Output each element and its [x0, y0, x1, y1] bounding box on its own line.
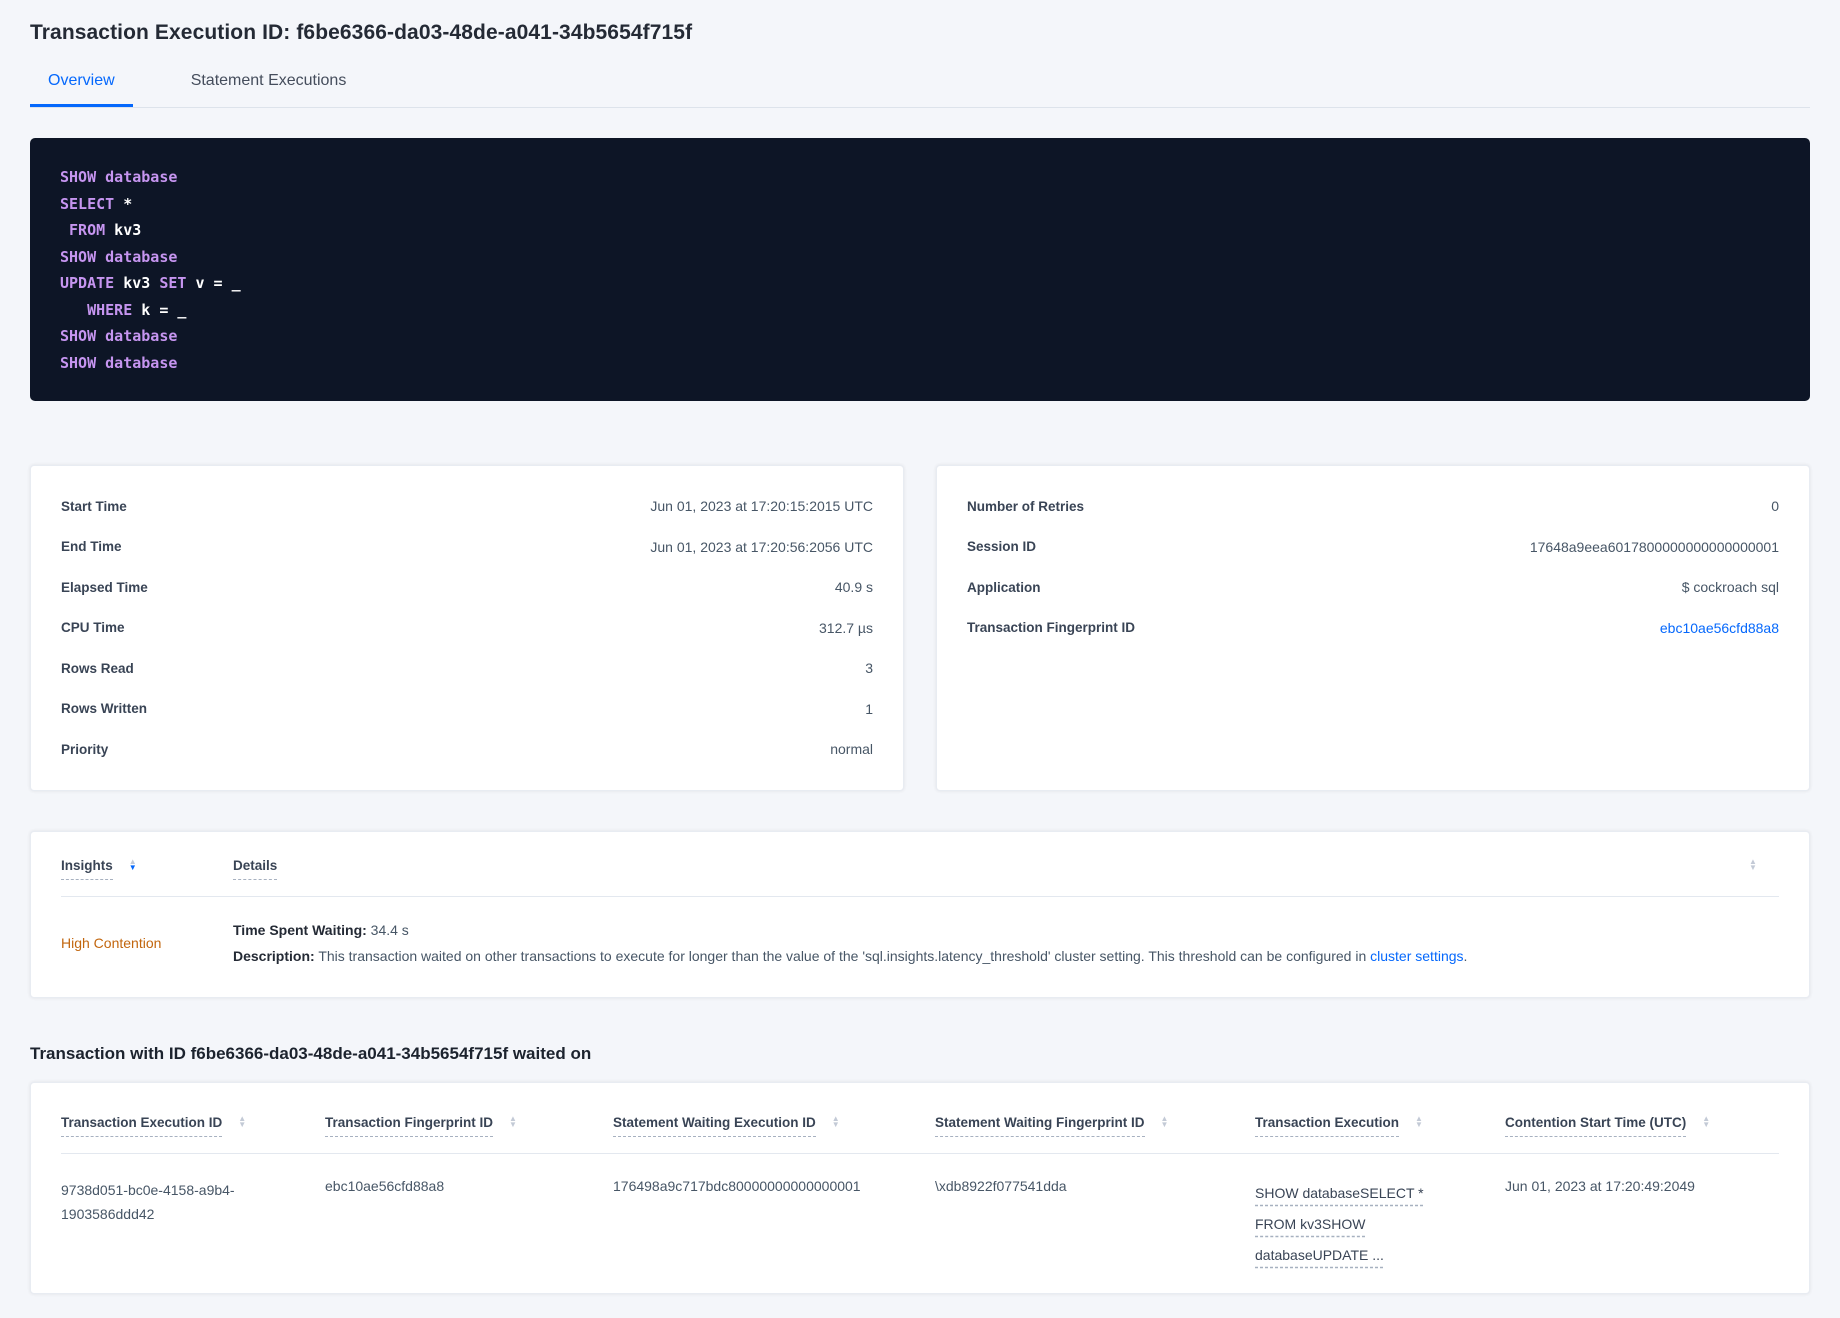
transaction-meta-card: Number of Retries 0 Session ID 17648a9eea60… — [936, 465, 1810, 791]
summary-label: Elapsed Time — [61, 579, 148, 595]
summary-row: Session ID 17648a9eea60178000000000000000… — [967, 527, 1779, 568]
summary-value: 3 — [865, 660, 873, 677]
insights-table-header: Insights ▲ ▼ Details ▲ ▼ — [61, 832, 1779, 897]
details-column-label[interactable]: Details — [233, 858, 278, 880]
transaction-timing-card: Start Time Jun 01, 2023 at 17:20:15:2015 … — [30, 465, 904, 791]
waited-on-table-body: 9738d051-bc0e-4158-a9b4-1903586ddd42 ebc1… — [61, 1154, 1779, 1293]
cell-contention-start-time: Jun 01, 2023 at 17:20:49:2049 — [1505, 1177, 1695, 1194]
sort-arrows-icon[interactable]: ▲ ▼ — [509, 1114, 517, 1128]
insight-row: High Contention Time Spent Waiting: 34.4… — [61, 897, 1779, 997]
summary-value: 312.7 µs — [819, 619, 873, 636]
cell-transaction-fingerprint-id: ebc10ae56cfd88a8 — [325, 1177, 445, 1194]
waited-on-column-header: Contention Start Time (UTC) ▲ ▼ — [1505, 1114, 1779, 1137]
waited-on-column-header: Transaction Execution ▲ ▼ — [1255, 1114, 1505, 1137]
insight-details: Time Spent Waiting: 34.4 s Description: … — [233, 917, 1779, 969]
summary-row: Application $ cockroach sql — [967, 567, 1779, 608]
sort-arrows-icon[interactable]: ▲ ▼ — [1749, 857, 1757, 871]
sort-arrows-icon[interactable]: ▲ ▼ — [238, 1114, 246, 1128]
summary-row: Transaction Fingerprint ID ebc10ae56cfd88… — [967, 608, 1779, 649]
column-label[interactable]: Transaction Execution — [1255, 1115, 1400, 1137]
summary-value-link[interactable]: ebc10ae56cfd88a8 — [1660, 620, 1779, 636]
summary-cards-row: Start Time Jun 01, 2023 at 17:20:15:2015 … — [30, 465, 1810, 791]
cluster-settings-link[interactable]: cluster settings — [1370, 948, 1463, 964]
summary-row: End Time Jun 01, 2023 at 17:20:56:2056 UT… — [61, 527, 873, 568]
summary-label: Session ID — [967, 539, 1037, 555]
waited-on-column-header: Statement Waiting Fingerprint ID ▲ ▼ — [935, 1114, 1255, 1137]
sql-line: WHERE k = _ — [87, 300, 187, 319]
sql-line: SHOW database — [60, 327, 178, 345]
insights-column-header: Insights ▲ ▼ — [61, 857, 233, 880]
cell-transaction-execution-id: 9738d051-bc0e-4158-a9b4-1903586ddd42 — [61, 1181, 235, 1222]
summary-value: Jun 01, 2023 at 17:20:56:2056 UTC — [650, 538, 873, 555]
sql-line: FROM kv3 — [69, 221, 142, 239]
sort-arrows-icon[interactable]: ▲ ▼ — [832, 1114, 840, 1128]
summary-value: Jun 01, 2023 at 17:20:15:2015 UTC — [650, 498, 873, 515]
sql-line: SHOW database — [60, 168, 178, 186]
insights-table-card: Insights ▲ ▼ Details ▲ ▼ High Contention… — [30, 830, 1810, 998]
summary-row: Number of Retries 0 — [967, 486, 1779, 527]
insight-name: High Contention — [61, 934, 162, 951]
column-label[interactable]: Statement Waiting Execution ID — [613, 1115, 816, 1137]
column-label[interactable]: Contention Start Time (UTC) — [1505, 1115, 1687, 1137]
summary-value: normal — [830, 741, 873, 758]
summary-row: Rows Read 3 — [61, 648, 873, 689]
waited-on-column-header: Statement Waiting Execution ID ▲ ▼ — [613, 1114, 935, 1137]
cell-statement-waiting-fingerprint-id: \xdb8922f077541dda — [935, 1177, 1067, 1194]
summary-label: CPU Time — [61, 620, 125, 636]
column-label[interactable]: Transaction Fingerprint ID — [325, 1115, 494, 1137]
tab-bar: Overview Statement Executions — [30, 72, 1810, 108]
sql-line: SHOW database — [60, 353, 178, 372]
waited-on-heading: Transaction with ID f6be6366-da03-48de-a… — [30, 1043, 592, 1063]
insight-waiting-line: Time Spent Waiting: 34.4 s — [233, 921, 409, 938]
summary-value: 40.9 s — [834, 579, 873, 596]
summary-value: 0 — [1771, 498, 1779, 515]
transaction-execution-link[interactable]: SHOW databaseSELECT * FROM kv3SHOW datab… — [1255, 1178, 1433, 1271]
summary-label: Rows Written — [61, 701, 148, 717]
waited-on-table-header: Transaction Execution ID ▲ ▼ Transaction Fi… — [61, 1083, 1779, 1154]
page-title: Transaction Execution ID: f6be6366-da03-… — [30, 21, 693, 44]
summary-label: Number of Retries — [967, 498, 1085, 514]
waited-on-column-header: Transaction Fingerprint ID ▲ ▼ — [325, 1114, 613, 1137]
sql-line: SELECT * — [60, 194, 133, 213]
summary-label: Transaction Fingerprint ID — [967, 620, 1136, 636]
sort-arrows-icon[interactable]: ▲ ▼ — [1415, 1114, 1423, 1128]
summary-label: Start Time — [61, 498, 127, 514]
summary-label: Priority — [61, 741, 109, 757]
waited-on-table-row: 9738d051-bc0e-4158-a9b4-1903586ddd42 ebc1… — [61, 1154, 1779, 1293]
sql-line: UPDATE kv3 SET v = _ — [60, 274, 241, 292]
summary-label: Application — [967, 579, 1041, 595]
sort-arrows-icon[interactable]: ▲ ▼ — [129, 857, 137, 871]
column-label[interactable]: Transaction Execution ID — [61, 1115, 223, 1137]
sort-arrows-icon[interactable]: ▲ ▼ — [1702, 1114, 1710, 1128]
summary-row: Elapsed Time 40.9 s — [61, 567, 873, 608]
summary-row: Rows Written 1 — [61, 689, 873, 730]
details-column-header: Details — [233, 858, 1749, 880]
tab-overview[interactable]: Overview — [30, 72, 133, 107]
insight-description-line: Description: This transaction waited on … — [233, 947, 1468, 964]
tab-statement-executions[interactable]: Statement Executions — [173, 72, 365, 107]
summary-label: Rows Read — [61, 660, 134, 676]
summary-value: $ cockroach sql — [1681, 579, 1779, 596]
waited-on-table-card: Transaction Execution ID ▲ ▼ Transaction Fi… — [30, 1081, 1810, 1294]
insights-column-label[interactable]: Insights — [61, 858, 113, 880]
summary-row: Start Time Jun 01, 2023 at 17:20:15:2015 … — [61, 486, 873, 527]
summary-value: 1 — [865, 700, 873, 717]
sql-statements-box: SHOW database SELECT * FROM kv3 SHOW datab… — [30, 138, 1810, 401]
summary-row: CPU Time 312.7 µs — [61, 608, 873, 649]
summary-row: Priority normal — [61, 729, 873, 770]
extra-sort-header: ▲ ▼ — [1749, 857, 1779, 871]
cell-statement-waiting-execution-id: 176498a9c717bdc80000000000000001 — [613, 1177, 861, 1194]
sort-arrows-icon[interactable]: ▲ ▼ — [1161, 1114, 1169, 1128]
summary-label: End Time — [61, 539, 122, 555]
sql-line: SHOW database — [60, 247, 178, 266]
cell-transaction-execution: SHOW databaseSELECT * FROM kv3SHOW datab… — [1255, 1178, 1505, 1271]
waited-on-column-header: Transaction Execution ID ▲ ▼ — [61, 1114, 325, 1137]
column-label[interactable]: Statement Waiting Fingerprint ID — [935, 1115, 1145, 1137]
summary-value: 17648a9eea6017800000000000000001 — [1529, 538, 1779, 555]
